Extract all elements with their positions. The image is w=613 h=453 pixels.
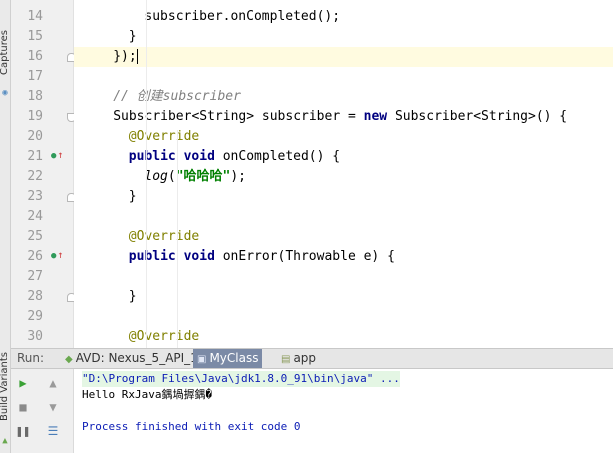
code-line[interactable]: subscriber.onCompleted(); bbox=[74, 7, 613, 27]
code-line[interactable]: @Override bbox=[74, 227, 613, 247]
code-token: @Override bbox=[128, 329, 200, 344]
console-line: "D:\Program Files\Java\jdk1.8.0_91\bin\j… bbox=[82, 371, 400, 387]
line-number: 20 bbox=[27, 129, 43, 144]
code-token: "哈哈哈" bbox=[175, 169, 231, 184]
build-variants-icon: ▲ bbox=[2, 436, 8, 446]
run-label: Run: bbox=[17, 351, 45, 365]
line-number: 18 bbox=[27, 89, 43, 104]
line-number: 17 bbox=[27, 69, 43, 84]
android-icon: ◆ bbox=[65, 354, 73, 365]
class-icon: ▣ bbox=[197, 354, 207, 365]
code-line[interactable]: public void onCompleted() { bbox=[74, 147, 613, 167]
line-number: 14 bbox=[27, 9, 43, 24]
left-tool-strip: Captures ◉ Build Variants ▲ bbox=[0, 0, 11, 453]
code-line[interactable]: @Override bbox=[74, 327, 613, 347]
code-token: Subscriber<String>() { bbox=[387, 109, 568, 124]
code-line[interactable]: // 创建subscriber bbox=[74, 87, 613, 107]
code-line[interactable]: @Override bbox=[74, 127, 613, 147]
line-number: 29 bbox=[27, 309, 43, 324]
code-token: @Override bbox=[128, 229, 200, 244]
run-tab-label: AVD: Nexus_5_API_17 bbox=[75, 351, 206, 365]
build-variants-tool-button[interactable]: Build Variants bbox=[0, 352, 10, 421]
code-line[interactable]: log("哈哈哈"); bbox=[74, 167, 613, 187]
run-tool-window-header: Run: ◆ AVD: Nexus_5_API_17 ▣ MyClass ▤ app bbox=[11, 348, 613, 369]
code-token: Subscriber<String> subscriber = bbox=[113, 109, 364, 124]
code-token: subscriber.onCompleted(); bbox=[144, 9, 341, 24]
scroll-up-icon[interactable]: ▲ bbox=[45, 375, 61, 391]
override-method-icon[interactable]: ●↑ bbox=[51, 150, 63, 161]
code-token: @Override bbox=[128, 129, 200, 144]
soft-wrap-icon[interactable]: ☰ bbox=[45, 423, 61, 439]
indent-guide bbox=[177, 130, 178, 348]
stop-icon[interactable]: ■ bbox=[15, 399, 31, 415]
code-line[interactable]: public void onError(Throwable e) { bbox=[74, 247, 613, 267]
indent-guide bbox=[146, 0, 147, 348]
code-token: onCompleted() { bbox=[214, 149, 341, 164]
code-token: }); bbox=[113, 49, 137, 64]
code-line[interactable] bbox=[74, 267, 613, 287]
app-folder-icon: ▤ bbox=[281, 354, 291, 365]
code-token: } bbox=[128, 29, 137, 44]
line-number: 30 bbox=[27, 329, 43, 344]
code-line[interactable] bbox=[74, 207, 613, 227]
line-number: 21 bbox=[27, 149, 43, 164]
line-number: 28 bbox=[27, 289, 43, 304]
line-number: 25 bbox=[27, 229, 43, 244]
run-toolbar: ▶ ■ ❚❚ ▲ ▼ ☰ bbox=[11, 369, 74, 453]
pause-icon[interactable]: ❚❚ bbox=[15, 423, 31, 439]
code-token: } bbox=[128, 189, 137, 204]
code-token: public void bbox=[128, 149, 215, 164]
code-line[interactable]: } bbox=[74, 287, 613, 307]
line-number: 26 bbox=[27, 249, 43, 264]
captures-icon: ◉ bbox=[2, 88, 8, 98]
override-method-icon[interactable]: ●↑ bbox=[51, 250, 63, 261]
line-number: 15 bbox=[27, 29, 43, 44]
run-tab[interactable]: ▤ app bbox=[277, 349, 320, 368]
code-token: // 创建subscriber bbox=[113, 89, 241, 104]
console-line: Hello RxJava鍝堝搱鍝� bbox=[82, 388, 213, 401]
code-line[interactable]: }); bbox=[74, 47, 613, 67]
code-token: ( bbox=[167, 169, 176, 184]
code-line[interactable] bbox=[74, 67, 613, 87]
code-editor[interactable]: subscriber.onCompleted();}}); // 创建subscr… bbox=[74, 0, 613, 348]
run-tab[interactable]: ▣ MyClass bbox=[193, 349, 263, 368]
line-number: 19 bbox=[27, 109, 43, 124]
code-line[interactable]: } bbox=[74, 187, 613, 207]
run-tab-label: app bbox=[293, 351, 317, 365]
code-token: public void bbox=[128, 249, 215, 264]
code-line[interactable] bbox=[74, 307, 613, 327]
code-token: onError(Throwable e) { bbox=[214, 249, 395, 264]
code-token: log bbox=[144, 169, 168, 184]
rerun-icon[interactable]: ▶ bbox=[15, 375, 31, 391]
line-number: 16 bbox=[27, 49, 43, 64]
line-number: 27 bbox=[27, 269, 43, 284]
code-line[interactable]: Subscriber<String> subscriber = new Subs… bbox=[74, 107, 613, 127]
code-line[interactable]: } bbox=[74, 27, 613, 47]
scroll-down-icon[interactable]: ▼ bbox=[45, 399, 61, 415]
line-number: 22 bbox=[27, 169, 43, 184]
captures-tool-button[interactable]: Captures bbox=[0, 30, 10, 75]
code-token: new bbox=[363, 109, 388, 124]
console-line: Process finished with exit code 0 bbox=[82, 420, 301, 433]
editor-gutter: 14 15 16 17 18 19 20 21 22 23 24 25 26 27 28 29 30 ●↑ ●↑ bbox=[11, 0, 76, 348]
line-number: 24 bbox=[27, 209, 43, 224]
code-token: ); bbox=[230, 169, 247, 184]
run-tab[interactable]: ◆ AVD: Nexus_5_API_17 bbox=[61, 349, 209, 368]
code-token: } bbox=[128, 289, 137, 304]
run-console-output[interactable]: "D:\Program Files\Java\jdk1.8.0_91\bin\j… bbox=[74, 369, 613, 453]
line-number: 23 bbox=[27, 189, 43, 204]
text-caret bbox=[136, 49, 138, 64]
run-tab-label: MyClass bbox=[209, 351, 259, 365]
